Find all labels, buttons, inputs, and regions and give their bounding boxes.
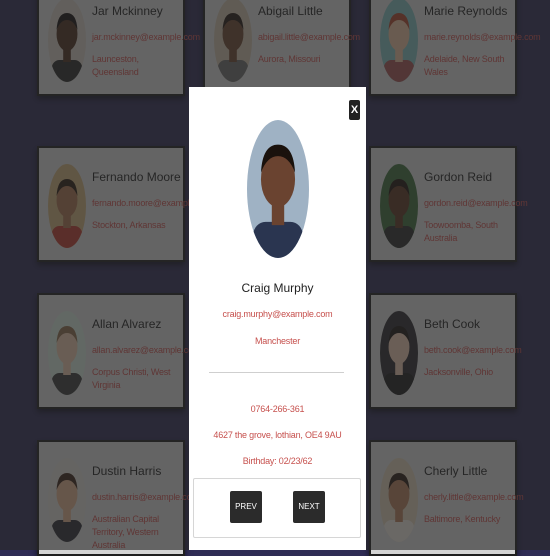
employee-modal: X Craig Murphy craig.murphy@example.com … bbox=[189, 87, 366, 550]
close-button[interactable]: X bbox=[349, 100, 360, 120]
next-button[interactable]: NEXT bbox=[293, 491, 325, 523]
modal-birthday: Birthday: 02/23/62 bbox=[242, 456, 313, 466]
prev-button[interactable]: PREV bbox=[230, 491, 262, 523]
portrait-image bbox=[247, 120, 309, 258]
modal-divider bbox=[209, 372, 344, 373]
modal-email: craig.murphy@example.com bbox=[222, 309, 333, 319]
modal-phone: 0764-266-361 bbox=[250, 404, 305, 414]
modal-avatar bbox=[247, 120, 309, 258]
modal-city: Manchester bbox=[254, 336, 301, 346]
modal-address: 4627 the grove, lothian, OE4 9AU bbox=[213, 430, 342, 440]
modal-name: Craig Murphy bbox=[241, 281, 314, 295]
modal-nav: PREV NEXT bbox=[193, 478, 361, 538]
